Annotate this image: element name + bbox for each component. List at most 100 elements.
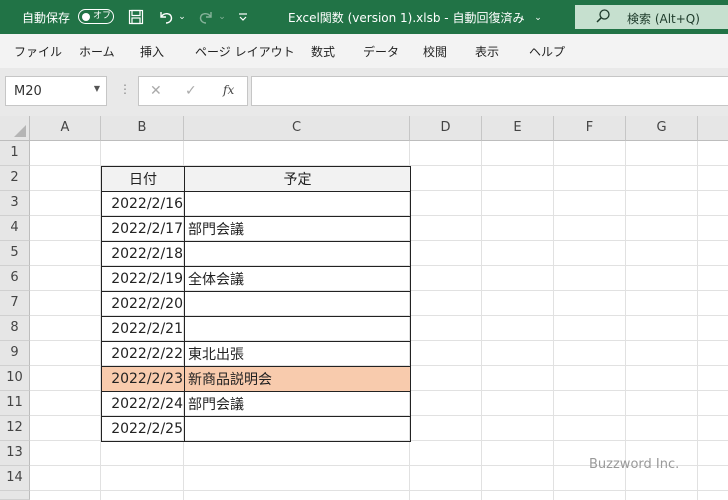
row-header[interactable]: 3 (0, 191, 30, 216)
undo-dropdown-icon[interactable]: ⌄ (177, 7, 187, 27)
column-header[interactable]: D (410, 116, 482, 141)
tab-formulas[interactable]: 数式 (311, 43, 335, 60)
table-row: 2022/2/22 東北出張 (101, 341, 411, 367)
tab-help[interactable]: ヘルプ (529, 43, 565, 60)
column-header[interactable]: E (482, 116, 554, 141)
date-cell[interactable]: 2022/2/18 (101, 241, 185, 267)
tab-view[interactable]: 表示 (475, 43, 499, 60)
document-title: Excel関数 (version 1).xlsb - 自動回復済み (288, 11, 525, 25)
schedule-cell[interactable] (184, 241, 411, 267)
column-header[interactable] (698, 116, 728, 141)
undo-icon[interactable] (155, 7, 177, 27)
tab-file[interactable]: ファイル (14, 43, 62, 60)
gridline-vertical (697, 141, 698, 500)
row-header[interactable]: 14 (0, 466, 30, 491)
date-cell[interactable]: 2022/2/25 (101, 416, 185, 442)
insert-function-icon[interactable]: fx (223, 83, 234, 97)
schedule-cell[interactable] (184, 191, 411, 217)
customize-toolbar-icon[interactable] (236, 7, 250, 27)
table-row: 2022/2/21 (101, 316, 411, 342)
autosave-label: 自動保存 (22, 11, 71, 25)
row-header[interactable]: 13 (0, 441, 30, 466)
date-cell[interactable]: 2022/2/16 (101, 191, 185, 217)
row-header[interactable]: 8 (0, 316, 30, 341)
tab-insert[interactable]: 挿入 (140, 43, 164, 60)
date-cell[interactable]: 2022/2/21 (101, 316, 185, 342)
gridline-horizontal (30, 490, 728, 491)
gridline-vertical (625, 141, 626, 500)
select-all-button[interactable] (0, 116, 30, 141)
name-box-value: M20 (14, 84, 42, 99)
schedule-table: 日付 予定 2022/2/16 2022/2/17 部門会議 2022/2/18 … (101, 166, 411, 442)
table-row: 2022/2/19 全体会議 (101, 266, 411, 292)
tab-review[interactable]: 校閲 (423, 43, 447, 60)
more-options-icon[interactable]: ⋮ (119, 82, 131, 96)
schedule-cell[interactable]: 全体会議 (184, 266, 411, 292)
date-cell[interactable]: 2022/2/19 (101, 266, 185, 292)
search-box[interactable]: 検索 (Alt+Q) (575, 5, 728, 29)
enter-icon[interactable]: ✓ (185, 83, 197, 99)
row-header[interactable]: 9 (0, 341, 30, 366)
table-row: 2022/2/25 (101, 416, 411, 442)
table-header-cell[interactable]: 予定 (184, 166, 411, 192)
search-icon (596, 9, 610, 23)
row-header[interactable]: 7 (0, 291, 30, 316)
worksheet-grid[interactable]: A B C D E F G 1 2 3 4 5 6 7 8 9 10 11 12… (0, 116, 728, 500)
row-header[interactable]: 10 (0, 366, 30, 391)
tab-data[interactable]: データ (363, 43, 399, 60)
row-header[interactable]: 11 (0, 391, 30, 416)
highlighted-table-row: 2022/2/23 新商品説明会 (101, 366, 411, 392)
schedule-cell[interactable]: 東北出張 (184, 341, 411, 367)
column-header[interactable]: F (554, 116, 626, 141)
autosave-toggle-label: オフ (93, 11, 112, 21)
formula-bar: M20 ▼ ⋮ ✕ ✓ fx (0, 68, 728, 116)
row-header[interactable]: 4 (0, 216, 30, 241)
name-box[interactable]: M20 ▼ (5, 76, 107, 106)
schedule-cell[interactable] (184, 316, 411, 342)
schedule-cell[interactable]: 部門会議 (184, 391, 411, 417)
tab-page-layout[interactable]: ページ レイアウト (195, 43, 295, 60)
table-row: 2022/2/16 (101, 191, 411, 217)
date-cell[interactable]: 2022/2/24 (101, 391, 185, 417)
gridline-vertical (553, 141, 554, 500)
redo-dropdown-icon[interactable]: ⌄ (217, 7, 227, 27)
row-header[interactable]: 12 (0, 416, 30, 441)
tab-home[interactable]: ホーム (79, 43, 115, 60)
column-header[interactable]: A (30, 116, 101, 141)
row-header[interactable] (0, 491, 30, 500)
date-cell[interactable]: 2022/2/23 (101, 366, 185, 392)
row-header[interactable]: 6 (0, 266, 30, 291)
search-label: 検索 (Alt+Q) (627, 12, 700, 26)
title-bar: 自動保存 オフ ⌄ ⌄ Excel関数 (version 1).xlsb - 自… (0, 0, 728, 34)
cancel-icon[interactable]: ✕ (150, 83, 162, 99)
date-cell[interactable]: 2022/2/17 (101, 216, 185, 242)
column-header[interactable]: C (184, 116, 410, 141)
table-row: 2022/2/17 部門会議 (101, 216, 411, 242)
redo-icon[interactable] (195, 7, 217, 27)
schedule-cell[interactable]: 部門会議 (184, 216, 411, 242)
formula-input[interactable] (251, 76, 728, 106)
gridline-vertical (481, 141, 482, 500)
row-header[interactable]: 1 (0, 141, 30, 166)
toggle-knob (82, 12, 90, 21)
watermark: Buzzword Inc. (589, 457, 680, 472)
table-header-cell[interactable]: 日付 (101, 166, 185, 192)
autosave-toggle[interactable]: オフ (78, 9, 114, 24)
date-cell[interactable]: 2022/2/20 (101, 291, 185, 317)
table-row: 2022/2/24 部門会議 (101, 391, 411, 417)
column-header[interactable]: G (626, 116, 698, 141)
title-dropdown-icon[interactable]: ⌄ (532, 8, 544, 28)
schedule-cell[interactable] (184, 416, 411, 442)
ribbon-tabs: ファイル ホーム 挿入 ページ レイアウト 数式 データ 校閲 表示 ヘルプ (0, 34, 728, 68)
row-header[interactable]: 5 (0, 241, 30, 266)
schedule-cell[interactable] (184, 291, 411, 317)
formula-buttons: ✕ ✓ fx (138, 76, 248, 106)
name-box-dropdown-icon[interactable]: ▼ (94, 84, 100, 93)
table-header-row: 日付 予定 (101, 166, 411, 192)
date-cell[interactable]: 2022/2/22 (101, 341, 185, 367)
row-header[interactable]: 2 (0, 166, 30, 191)
column-header[interactable]: B (101, 116, 184, 141)
schedule-cell[interactable]: 新商品説明会 (184, 366, 411, 392)
table-row: 2022/2/20 (101, 291, 411, 317)
save-icon[interactable] (127, 7, 145, 27)
